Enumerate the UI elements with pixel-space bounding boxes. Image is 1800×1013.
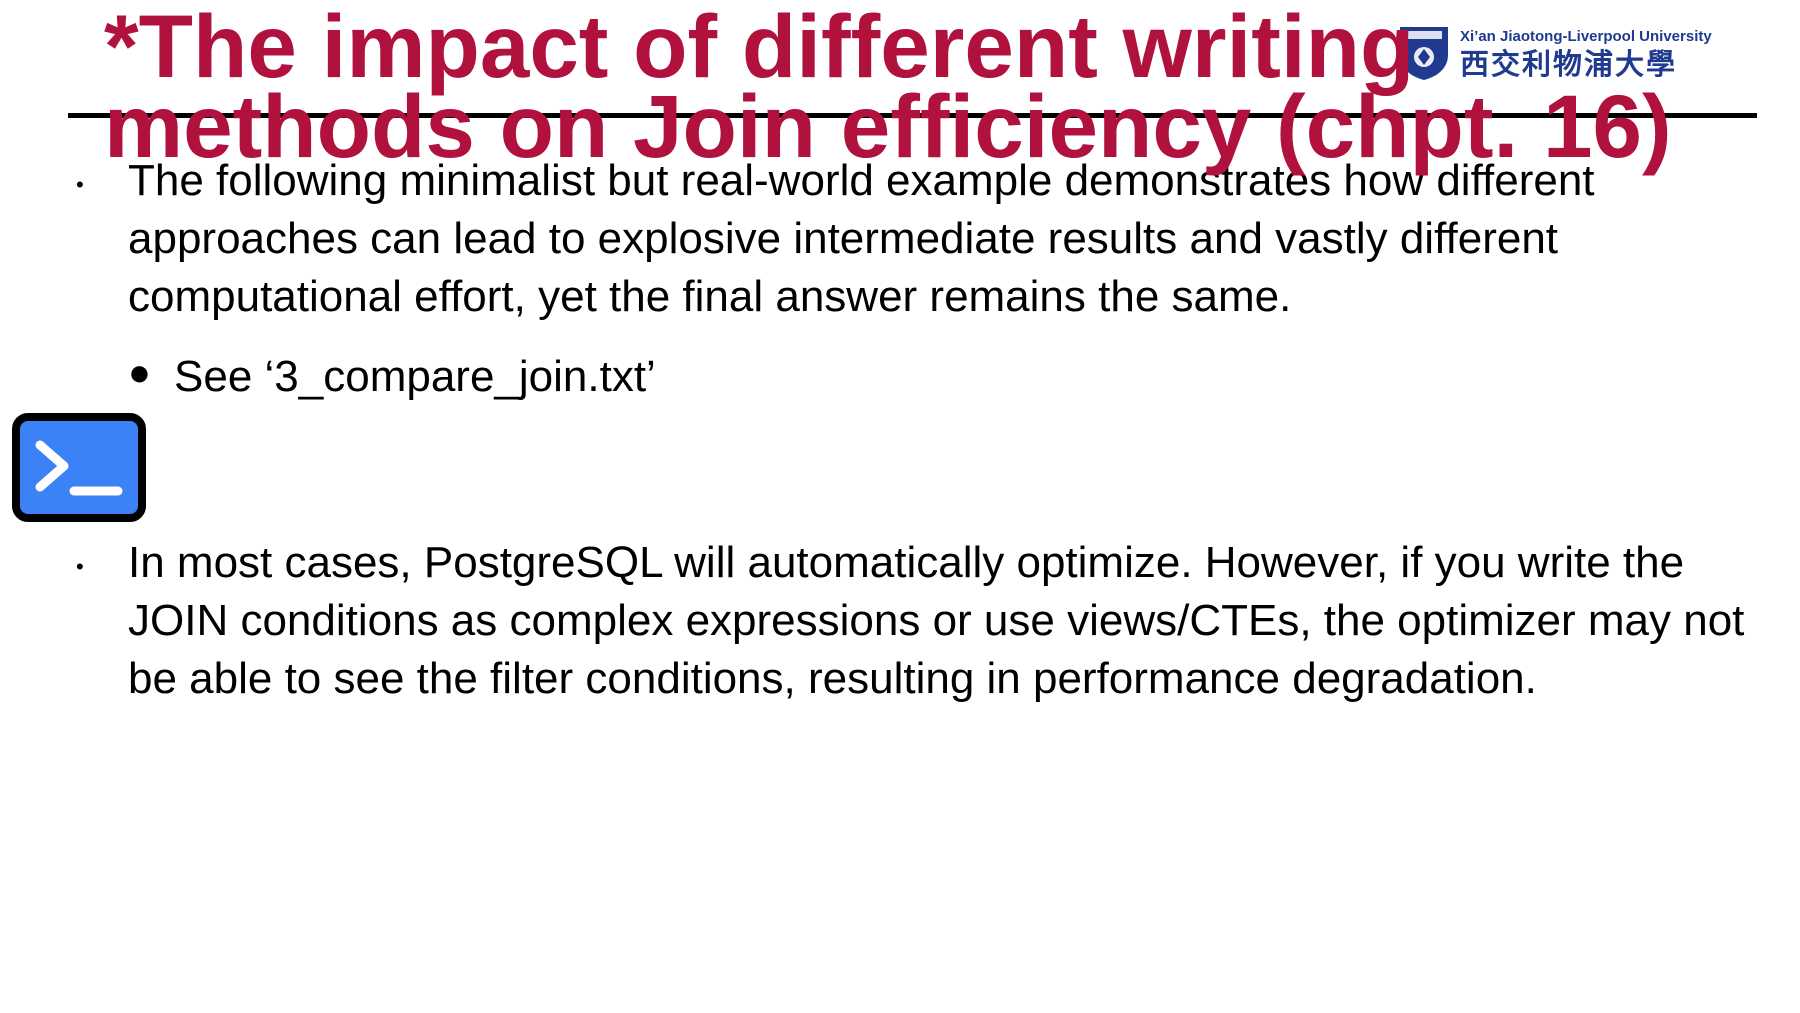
sub-bullet-text: See ‘3_compare_join.txt’ [174,352,656,401]
bullet-1-text: The following minimalist but real-world … [128,156,1595,321]
slide: *The impact of different writing methods… [0,0,1800,1013]
slide-title: *The impact of different writing methods… [104,0,1672,176]
bullet-marker: • [76,554,84,579]
terminal-icon[interactable] [12,413,146,522]
bullet-marker: • [76,172,84,197]
sub-bullet-marker: ● [128,352,151,394]
bullet-2-text: In most cases, PostgreSQL will automatic… [128,538,1745,703]
